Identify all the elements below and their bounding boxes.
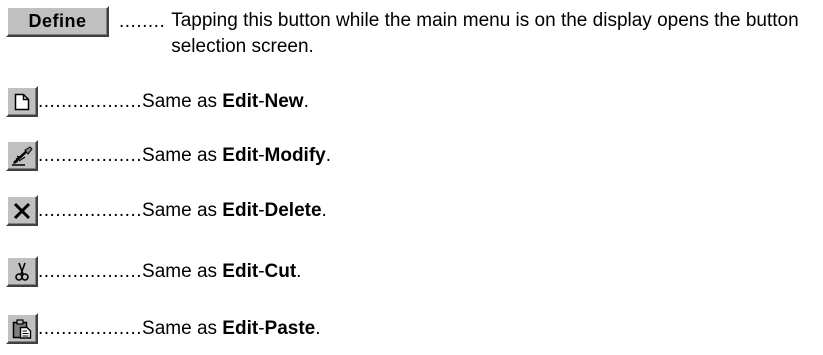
cut-button[interactable] [6, 256, 38, 287]
list-item: .................. Same as Edit-Modify. [6, 140, 331, 171]
define-button-label: Define [28, 11, 87, 31]
define-row: Define ........ Tapping this button whil… [6, 6, 821, 60]
row-description: Same as Edit-Cut. [142, 261, 302, 282]
row-description: Same as Edit-New. [142, 91, 309, 112]
list-item: .................. Same as Edit-New. [6, 86, 309, 117]
define-button[interactable]: Define [6, 6, 109, 37]
dot-leader: .................. [38, 91, 143, 112]
new-button[interactable] [6, 86, 38, 117]
row-description: Same as Edit-Delete. [142, 200, 327, 221]
delete-button[interactable] [6, 195, 38, 226]
dot-leader: .................. [38, 145, 143, 166]
list-item: .................. Same as Edit-Paste. [6, 313, 321, 344]
modify-button[interactable] [6, 140, 38, 171]
list-item: .................. Same as Edit-Delete. [6, 195, 327, 226]
new-document-icon [14, 93, 30, 111]
row-description: Same as Edit-Paste. [142, 318, 321, 339]
dot-leader: .................. [38, 318, 143, 339]
define-description: Tapping this button while the main menu … [171, 10, 799, 57]
list-item: .................. Same as Edit-Cut. [6, 256, 301, 287]
clipboard-paste-icon [12, 318, 32, 339]
dot-leader: .................. [38, 200, 143, 221]
modify-pen-icon [11, 145, 33, 166]
dot-leader: .................. [38, 261, 143, 282]
scissors-cut-icon [15, 262, 29, 282]
paste-button[interactable] [6, 313, 38, 344]
delete-x-icon [13, 202, 31, 220]
row-description: Same as Edit-Modify. [142, 145, 332, 166]
dot-leader: ........ [119, 11, 166, 32]
